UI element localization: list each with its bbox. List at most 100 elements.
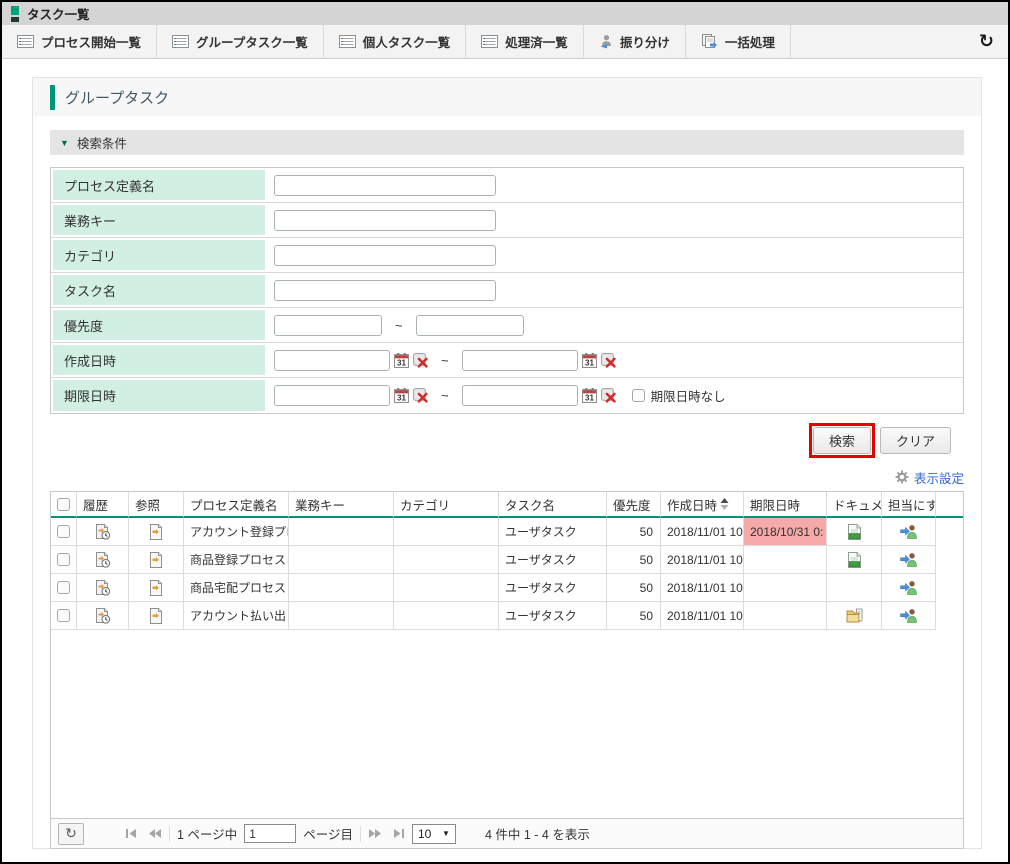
document-icon[interactable] bbox=[848, 524, 861, 540]
clear-button[interactable]: クリア bbox=[880, 427, 951, 454]
reference-icon[interactable] bbox=[148, 608, 164, 624]
toolbar-item-sorting[interactable]: 振り分け bbox=[584, 25, 686, 58]
calendar-icon[interactable] bbox=[582, 353, 597, 368]
sort-icon bbox=[720, 497, 729, 511]
folder-icon[interactable] bbox=[846, 608, 863, 623]
chevron-down-icon: ▼ bbox=[442, 829, 450, 838]
search-actions: 検索 クリア bbox=[50, 422, 964, 458]
created-cell: 2018/11/01 10 bbox=[661, 518, 744, 546]
row-checkbox[interactable] bbox=[57, 525, 70, 538]
deadline-from-input[interactable] bbox=[274, 385, 390, 406]
reference-icon[interactable] bbox=[148, 524, 164, 540]
column-header-assign: 担当にする bbox=[882, 492, 936, 518]
field-label: 優先度 bbox=[51, 308, 267, 342]
history-icon[interactable] bbox=[95, 524, 111, 540]
history-icon[interactable] bbox=[95, 580, 111, 596]
page-title: グループタスク bbox=[65, 87, 169, 108]
table-row: 商品宅配プロセス ユーザタスク 50 2018/11/01 10 bbox=[51, 574, 963, 602]
calendar-clear-icon[interactable] bbox=[413, 353, 428, 368]
toolbar-item-label: 個人タスク一覧 bbox=[363, 32, 451, 51]
search-button[interactable]: 検索 bbox=[813, 427, 871, 454]
assign-user-icon[interactable] bbox=[900, 580, 917, 595]
calendar-icon[interactable] bbox=[582, 388, 597, 403]
history-icon[interactable] bbox=[95, 552, 111, 568]
column-header-category: カテゴリ bbox=[394, 492, 499, 518]
toolbar-item-batch-process[interactable]: 一括処理 bbox=[686, 25, 791, 58]
pagination-refresh-button[interactable]: ↻ bbox=[58, 823, 84, 845]
toolbar-item-label: グループタスク一覧 bbox=[196, 32, 308, 51]
toolbar-item-label: 振り分け bbox=[620, 32, 670, 51]
assign-user-icon[interactable] bbox=[900, 524, 917, 539]
row-checkbox[interactable] bbox=[57, 581, 70, 594]
search-condition-header[interactable]: ▼ 検索条件 bbox=[50, 130, 964, 155]
list-icon bbox=[339, 35, 356, 48]
field-label: プロセス定義名 bbox=[51, 168, 267, 202]
toolbar-item-processed-list[interactable]: 処理済一覧 bbox=[466, 25, 584, 58]
page-size-select[interactable]: 10 ▼ bbox=[412, 824, 456, 844]
form-row-priority: 優先度 ~ bbox=[51, 308, 963, 343]
results-empty-area bbox=[51, 630, 963, 818]
document-icon[interactable] bbox=[848, 552, 861, 568]
refresh-icon[interactable]: ↻ bbox=[965, 31, 1008, 52]
column-header-created[interactable]: 作成日時 bbox=[661, 492, 744, 518]
select-all-checkbox[interactable] bbox=[57, 498, 70, 511]
last-page-icon[interactable] bbox=[391, 828, 405, 839]
business-key-cell bbox=[289, 518, 394, 546]
form-row-category: カテゴリ bbox=[51, 238, 963, 273]
window-title: タスク一覧 bbox=[27, 4, 90, 23]
assign-user-icon[interactable] bbox=[900, 552, 917, 567]
created-from-input[interactable] bbox=[274, 350, 390, 371]
deadline-cell bbox=[744, 602, 827, 630]
priority-cell: 50 bbox=[607, 602, 661, 630]
business-key-input[interactable] bbox=[274, 210, 496, 231]
calendar-clear-icon[interactable] bbox=[413, 388, 428, 403]
assign-user-icon[interactable] bbox=[900, 608, 917, 623]
category-cell bbox=[394, 574, 499, 602]
created-cell: 2018/11/01 10 bbox=[661, 602, 744, 630]
page-size-value: 10 bbox=[418, 827, 431, 841]
gear-icon[interactable] bbox=[895, 470, 909, 484]
annotation-highlight-box: 検索 bbox=[809, 423, 875, 458]
created-to-input[interactable] bbox=[462, 350, 578, 371]
row-checkbox[interactable] bbox=[57, 553, 70, 566]
process-def-name-input[interactable] bbox=[274, 175, 496, 196]
no-deadline-checkbox[interactable] bbox=[632, 389, 645, 402]
deadline-cell bbox=[744, 546, 827, 574]
calendar-clear-icon[interactable] bbox=[601, 388, 616, 403]
toolbar-item-personal-task-list[interactable]: 個人タスク一覧 bbox=[324, 25, 467, 58]
business-key-cell bbox=[289, 574, 394, 602]
deadline-to-input[interactable] bbox=[462, 385, 578, 406]
page-title-bar: グループタスク bbox=[33, 78, 981, 116]
no-deadline-option: 期限日時なし bbox=[632, 386, 726, 405]
page-count-label: 1 ページ中 bbox=[177, 824, 237, 843]
page-number-input[interactable] bbox=[244, 824, 296, 843]
range-separator: ~ bbox=[441, 353, 449, 368]
prev-page-icon[interactable] bbox=[148, 828, 162, 839]
priority-from-input[interactable] bbox=[274, 315, 382, 336]
display-settings-row: 表示設定 bbox=[50, 468, 964, 486]
task-name-cell: ユーザタスク bbox=[499, 518, 607, 546]
reference-icon[interactable] bbox=[148, 552, 164, 568]
priority-to-input[interactable] bbox=[416, 315, 524, 336]
toolbar-item-label: 処理済一覧 bbox=[505, 32, 568, 51]
calendar-icon[interactable] bbox=[394, 353, 409, 368]
category-input[interactable] bbox=[274, 245, 496, 266]
field-label: カテゴリ bbox=[51, 238, 267, 272]
batch-documents-icon bbox=[701, 34, 718, 49]
category-cell bbox=[394, 518, 499, 546]
calendar-icon[interactable] bbox=[394, 388, 409, 403]
toolbar-item-process-start-list[interactable]: プロセス開始一覧 bbox=[2, 25, 157, 58]
deadline-cell: 2018/10/31 0: bbox=[744, 518, 827, 546]
first-page-icon[interactable] bbox=[125, 828, 139, 839]
row-checkbox[interactable] bbox=[57, 609, 70, 622]
task-name-cell: ユーザタスク bbox=[499, 546, 607, 574]
toolbar-item-group-task-list[interactable]: グループタスク一覧 bbox=[157, 25, 324, 58]
calendar-clear-icon[interactable] bbox=[601, 353, 616, 368]
display-settings-link[interactable]: 表示設定 bbox=[914, 468, 964, 487]
history-icon[interactable] bbox=[95, 608, 111, 624]
reference-icon[interactable] bbox=[148, 580, 164, 596]
next-page-icon[interactable] bbox=[368, 828, 382, 839]
divider bbox=[360, 826, 361, 842]
column-header-filler bbox=[936, 492, 963, 518]
task-name-input[interactable] bbox=[274, 280, 496, 301]
